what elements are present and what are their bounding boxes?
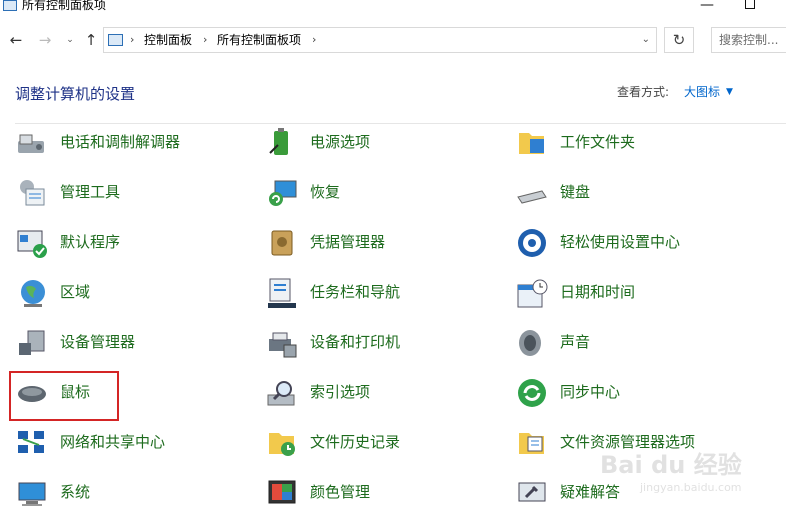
item-label: 设备管理器 bbox=[60, 333, 136, 351]
breadcrumb-all-items[interactable]: 所有控制面板项 bbox=[217, 31, 301, 49]
system-icon bbox=[18, 482, 46, 506]
forward-button[interactable]: → bbox=[35, 30, 55, 50]
keyboard-icon bbox=[517, 190, 547, 204]
title-bar: 所有控制面板项 — bbox=[0, 0, 786, 14]
item-label: 管理工具 bbox=[60, 183, 121, 201]
item-label: 颜色管理 bbox=[310, 483, 371, 501]
item-label: 日期和时间 bbox=[560, 283, 636, 301]
breadcrumb-separator[interactable]: › bbox=[203, 31, 207, 49]
maximize-icon bbox=[745, 0, 755, 9]
divider bbox=[15, 123, 786, 124]
sync-center-icon bbox=[518, 379, 546, 407]
credential-manager-icon bbox=[271, 230, 293, 256]
breadcrumb-control-panel[interactable]: 控制面板 bbox=[144, 31, 192, 49]
item-label: 恢复 bbox=[310, 183, 341, 201]
view-by-label: 查看方式: bbox=[617, 85, 670, 99]
window-title: 所有控制面板项 bbox=[22, 0, 107, 12]
item-label: 索引选项 bbox=[310, 383, 371, 401]
devices-printers-icon bbox=[269, 332, 297, 358]
refresh-button[interactable]: ↻ bbox=[664, 27, 694, 53]
item-label: 设备和打印机 bbox=[310, 333, 401, 351]
taskbar-icon bbox=[268, 278, 296, 308]
navigation-bar: ← → ⌄ ↑ › 控制面板 › 所有控制面板项 › ⌄ ↻ 搜索控制... bbox=[0, 24, 786, 58]
item-label: 声音 bbox=[560, 333, 591, 351]
view-by-arrow-icon[interactable]: ▼ bbox=[726, 84, 733, 100]
phone-modem-icon bbox=[18, 134, 44, 153]
file-explorer-options-icon bbox=[519, 433, 544, 454]
troubleshooting-icon bbox=[518, 482, 546, 502]
item-label: 网络和共享中心 bbox=[60, 433, 166, 451]
item-label: 电源选项 bbox=[310, 133, 371, 151]
watermark: Bai du 经验 bbox=[600, 451, 742, 479]
ease-of-access-icon bbox=[518, 229, 546, 257]
view-by-dropdown[interactable]: 大图标 bbox=[684, 84, 720, 100]
item-label: 电话和调制解调器 bbox=[60, 133, 181, 151]
item-label: 工作文件夹 bbox=[560, 133, 636, 151]
address-dropdown-button[interactable]: ⌄ bbox=[642, 31, 650, 49]
item-label: 默认程序 bbox=[60, 233, 121, 251]
network-sharing-icon bbox=[18, 431, 44, 453]
back-button[interactable]: ← bbox=[6, 30, 26, 50]
up-button[interactable]: ↑ bbox=[81, 30, 101, 50]
item-label: 疑难解答 bbox=[560, 483, 621, 501]
item-label: 键盘 bbox=[560, 183, 591, 201]
item-label: 系统 bbox=[60, 483, 91, 501]
control-panel-icon bbox=[3, 0, 17, 11]
region-icon bbox=[21, 280, 45, 307]
indexing-options-icon bbox=[267, 381, 295, 406]
highlight-box bbox=[9, 371, 119, 421]
admin-tools-icon bbox=[20, 180, 45, 206]
breadcrumb-separator[interactable]: › bbox=[130, 31, 134, 49]
address-bar[interactable]: › 控制面板 › 所有控制面板项 › ⌄ bbox=[103, 27, 657, 53]
maximize-button[interactable] bbox=[735, 0, 765, 14]
color-management-icon bbox=[268, 480, 296, 504]
item-label: 文件资源管理器选项 bbox=[560, 433, 696, 451]
power-options-icon bbox=[269, 128, 288, 155]
minimize-button[interactable]: — bbox=[692, 0, 722, 14]
page-title: 调整计算机的设置 bbox=[15, 85, 136, 103]
item-label: 任务栏和导航 bbox=[310, 283, 401, 301]
date-time-icon bbox=[517, 279, 548, 308]
recent-locations-button[interactable]: ⌄ bbox=[60, 30, 80, 50]
item-label: 区域 bbox=[60, 283, 91, 301]
device-manager-icon bbox=[19, 330, 45, 355]
default-programs-icon bbox=[17, 230, 47, 258]
item-label: 凭据管理器 bbox=[310, 233, 386, 251]
sound-icon bbox=[519, 330, 541, 356]
watermark-url: jingyan.baidu.com bbox=[640, 481, 742, 494]
item-label: 同步中心 bbox=[560, 383, 621, 401]
recovery-icon bbox=[269, 180, 297, 206]
item-label: 文件历史记录 bbox=[310, 433, 401, 451]
item-label: 轻松使用设置中心 bbox=[560, 233, 681, 251]
file-history-icon bbox=[269, 433, 295, 456]
search-input[interactable]: 搜索控制... bbox=[711, 27, 786, 53]
control-panel-icon bbox=[108, 34, 123, 46]
breadcrumb-separator[interactable]: › bbox=[312, 31, 316, 49]
work-folders-icon bbox=[519, 133, 544, 154]
